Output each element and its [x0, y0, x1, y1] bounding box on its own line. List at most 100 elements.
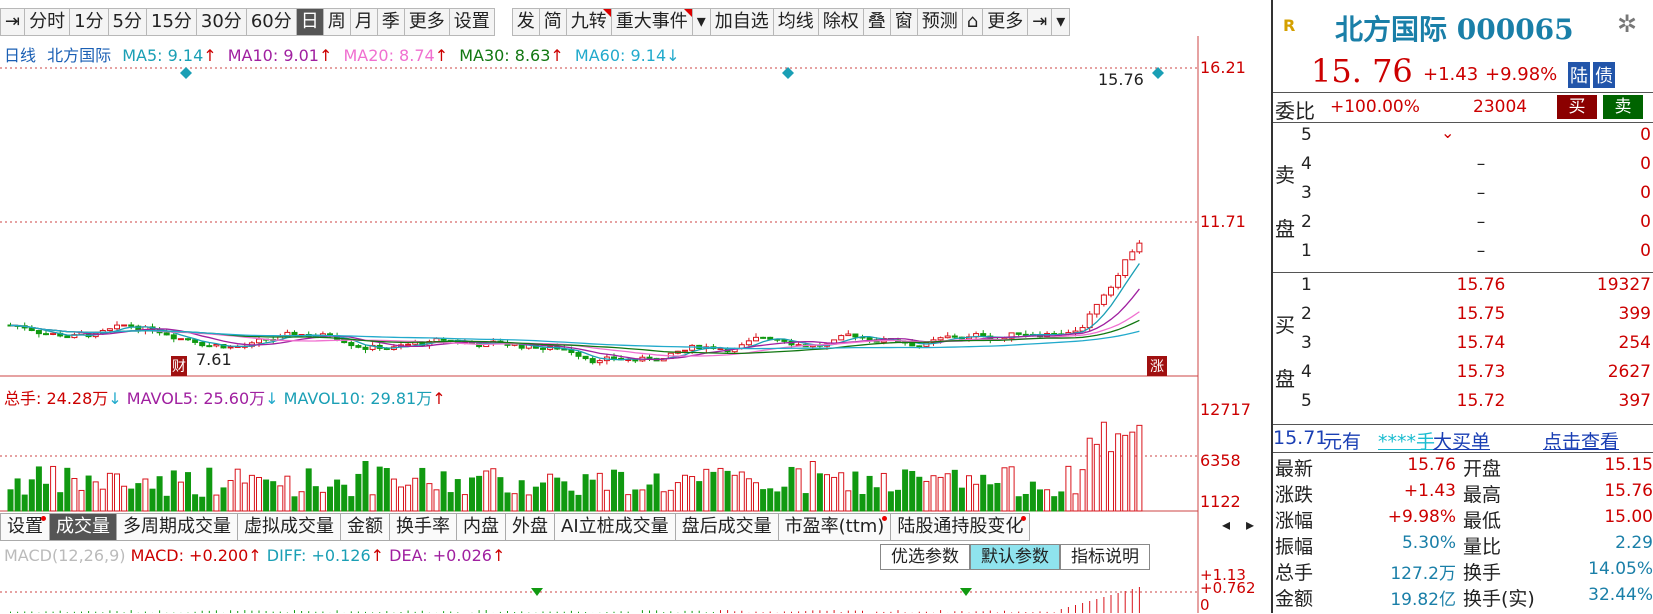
- order-book-row: 3 15.74 254: [1301, 331, 1653, 357]
- dea-value-label: DEA: +0.026: [389, 546, 492, 565]
- lock-icon[interactable]: ⌂: [961, 8, 984, 36]
- quote-key: 开盘: [1463, 458, 1502, 480]
- limit-up-tag[interactable]: 涨: [1147, 356, 1167, 376]
- volume-bar: [241, 482, 248, 512]
- hk-connect-badge[interactable]: 陆: [1568, 62, 1590, 88]
- ma-lines: [10, 263, 1140, 361]
- tab-after-hours-volume[interactable]: 盘后成交量: [674, 513, 779, 541]
- quote-row: 金额 19.82亿 换手(实) 32.44%: [1273, 583, 1653, 610]
- order-book-row: 2 15.75 399: [1301, 302, 1653, 328]
- candle-body: [980, 333, 987, 337]
- candle-body: [745, 340, 752, 346]
- tab-month[interactable]: 月: [349, 8, 378, 36]
- overlay-button[interactable]: 叠: [862, 8, 891, 36]
- candle-body: [760, 336, 767, 339]
- volume-bar: [902, 469, 909, 512]
- total-volume-label: 总手: 24.28万: [4, 389, 109, 408]
- volume-bar: [312, 486, 319, 512]
- tab-more-periods[interactable]: 更多: [403, 8, 450, 36]
- big-order-bar[interactable]: 15.71 元有 ****手 大买单 点击查看: [1273, 424, 1653, 454]
- volume-bar: [263, 479, 270, 512]
- event-marker-icon[interactable]: [782, 67, 794, 79]
- tab-quarter[interactable]: 季: [376, 8, 405, 36]
- fa-button[interactable]: 发: [511, 8, 540, 36]
- major-events-button[interactable]: 重大事件: [610, 8, 693, 36]
- tabs-scroll-left-icon[interactable]: ◂: [1222, 515, 1230, 534]
- tab-week[interactable]: 周: [322, 8, 351, 36]
- volume-bar: [696, 481, 703, 512]
- quote-table: 最新 15.76 开盘 15.15 涨跌 +1.43 最高 15.76 涨幅 +9.98% 最低 15…: [1273, 452, 1653, 614]
- candle-body: [951, 335, 958, 338]
- preferred-params-button[interactable]: 优选参数: [880, 544, 970, 570]
- quote-value: 32.44%: [1588, 585, 1653, 605]
- volume-bar: [43, 483, 49, 512]
- add-watchlist-button[interactable]: 加自选: [709, 8, 774, 36]
- tab-turnover[interactable]: 换手率: [389, 513, 457, 541]
- volume-bar: [795, 468, 802, 512]
- tab-virtual-volume[interactable]: 虚拟成交量: [237, 513, 341, 541]
- volume-bar: [596, 472, 603, 512]
- volume-bar: [78, 489, 85, 512]
- volume-bar: [802, 493, 809, 512]
- tab-60min[interactable]: 60分: [245, 8, 297, 36]
- bond-badge[interactable]: 债: [1593, 62, 1615, 88]
- settings-button[interactable]: 设置: [448, 8, 495, 36]
- tab-fenshi[interactable]: 分时: [24, 8, 71, 36]
- earnings-tag[interactable]: 财: [171, 356, 187, 376]
- jiuzhuan-button[interactable]: 九转: [565, 8, 612, 36]
- candle-body: [199, 341, 206, 347]
- tab-30min[interactable]: 30分: [195, 8, 247, 36]
- jian-button[interactable]: 简: [538, 8, 567, 36]
- quote-row: 最新 15.76 开盘 15.15: [1273, 453, 1653, 480]
- volume-bar: [1008, 466, 1015, 512]
- volume-bar: [816, 473, 823, 512]
- order-price: 15.72: [1456, 391, 1506, 411]
- exright-button[interactable]: 除权: [817, 8, 864, 36]
- candle-body: [114, 324, 120, 330]
- prev-arrow-icon[interactable]: ⇥: [0, 8, 26, 36]
- indicator-help-button[interactable]: 指标说明: [1060, 544, 1150, 570]
- next-arrow-icon[interactable]: ⇥: [1027, 8, 1053, 36]
- order-level: 5: [1301, 125, 1312, 145]
- event-marker-icon[interactable]: [1152, 67, 1164, 79]
- sell-book: 卖 盘 ⌄ 5 0 4–0 3–0 2–0 1–0: [1273, 122, 1653, 273]
- tab-1min[interactable]: 1分: [69, 8, 109, 36]
- volume-bar: [106, 472, 113, 512]
- volume-bar: [1058, 491, 1065, 512]
- candle-body: [43, 333, 49, 336]
- tab-multi-period-volume[interactable]: 多周期成交量: [116, 513, 238, 541]
- quote-key: 最高: [1463, 484, 1502, 506]
- tab-ai-volume[interactable]: AI立桩成交量: [554, 513, 676, 541]
- big-order-link[interactable]: 点击查看: [1543, 427, 1619, 454]
- candle-body: [753, 336, 759, 342]
- forecast-button[interactable]: 预测: [916, 8, 963, 36]
- tab-day[interactable]: 日: [295, 8, 324, 36]
- ma-button[interactable]: 均线: [772, 8, 819, 36]
- tab-amount[interactable]: 金额: [340, 513, 390, 541]
- volume-bar: [660, 491, 667, 512]
- tab-pe-ttm[interactable]: 市盈率(ttm): [777, 513, 892, 541]
- tab-inner[interactable]: 内盘: [456, 513, 506, 541]
- tab-5min[interactable]: 5分: [107, 8, 147, 36]
- sell-button[interactable]: 卖: [1603, 95, 1643, 119]
- volume-bar: [213, 494, 220, 512]
- toolbar-dropdown-icon[interactable]: ▾: [1051, 8, 1071, 36]
- tab-outer[interactable]: 外盘: [505, 513, 555, 541]
- more-button[interactable]: 更多: [982, 8, 1029, 36]
- tabs-scroll-right-icon[interactable]: ▸: [1246, 515, 1254, 534]
- tab-15min[interactable]: 15分: [146, 8, 197, 36]
- buy-button[interactable]: 买: [1557, 95, 1597, 119]
- tab-volume[interactable]: 成交量: [49, 513, 117, 541]
- default-params-button[interactable]: 默认参数: [970, 544, 1060, 570]
- quote-value: +1.43: [1403, 481, 1456, 501]
- buy-side-label: 盘: [1275, 367, 1295, 391]
- volume-bar: [1022, 493, 1029, 512]
- tab-indicator-settings[interactable]: 设置: [0, 513, 50, 541]
- volume-bar: [653, 473, 660, 512]
- candle-body: [1086, 313, 1093, 329]
- window-button[interactable]: 窗: [889, 8, 918, 36]
- dropdown-arrow-icon[interactable]: ▾: [691, 8, 711, 36]
- event-marker-icon[interactable]: [180, 67, 192, 79]
- settings-gear-icon[interactable]: ✲: [1617, 10, 1637, 38]
- tab-hk-connect[interactable]: 陆股通持股变化: [890, 513, 1031, 541]
